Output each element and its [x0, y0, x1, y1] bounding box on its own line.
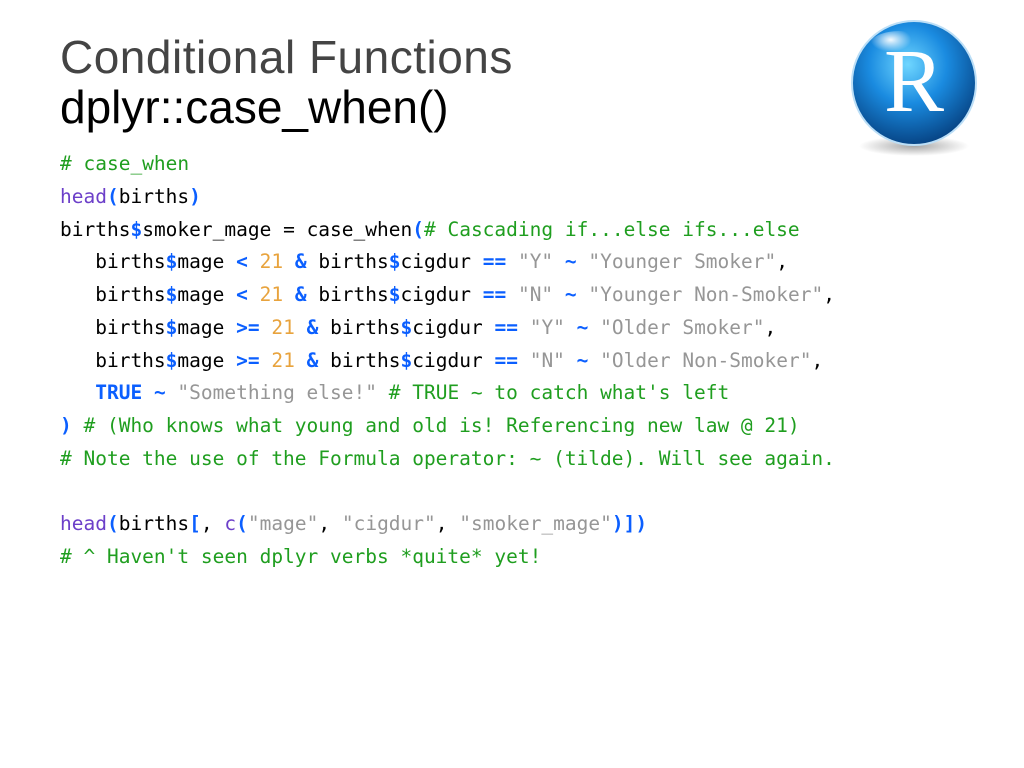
- r-logo-letter: R: [884, 32, 944, 131]
- code-line: head(births[, c("mage", "cigdur", "smoke…: [60, 512, 647, 535]
- code-line: # Note the use of the Formula operator: …: [60, 447, 835, 470]
- code-line: # ^ Haven't seen dplyr verbs *quite* yet…: [60, 545, 541, 568]
- code-block: # case_when head(births) births$smoker_m…: [60, 148, 974, 574]
- code-line: births$mage >= 21 & births$cigdur == "Y"…: [60, 316, 776, 339]
- code-line: TRUE ~ "Something else!" # TRUE ~ to cat…: [60, 381, 729, 404]
- code-line: head(births): [60, 185, 201, 208]
- code-line: births$mage < 21 & births$cigdur == "N" …: [60, 283, 835, 306]
- slide-title: Conditional Functions: [60, 30, 974, 84]
- code-line: births$mage < 21 & births$cigdur == "Y" …: [60, 250, 788, 273]
- code-line: births$mage >= 21 & births$cigdur == "N"…: [60, 349, 823, 372]
- code-line: births$smoker_mage = case_when(# Cascadi…: [60, 218, 800, 241]
- slide: R Conditional Functions dplyr::case_when…: [0, 0, 1024, 768]
- slide-subtitle: dplyr::case_when(): [60, 80, 974, 134]
- code-line: # case_when: [60, 152, 189, 175]
- code-line: ) # (Who knows what young and old is! Re…: [60, 414, 800, 437]
- r-logo: R: [844, 18, 984, 158]
